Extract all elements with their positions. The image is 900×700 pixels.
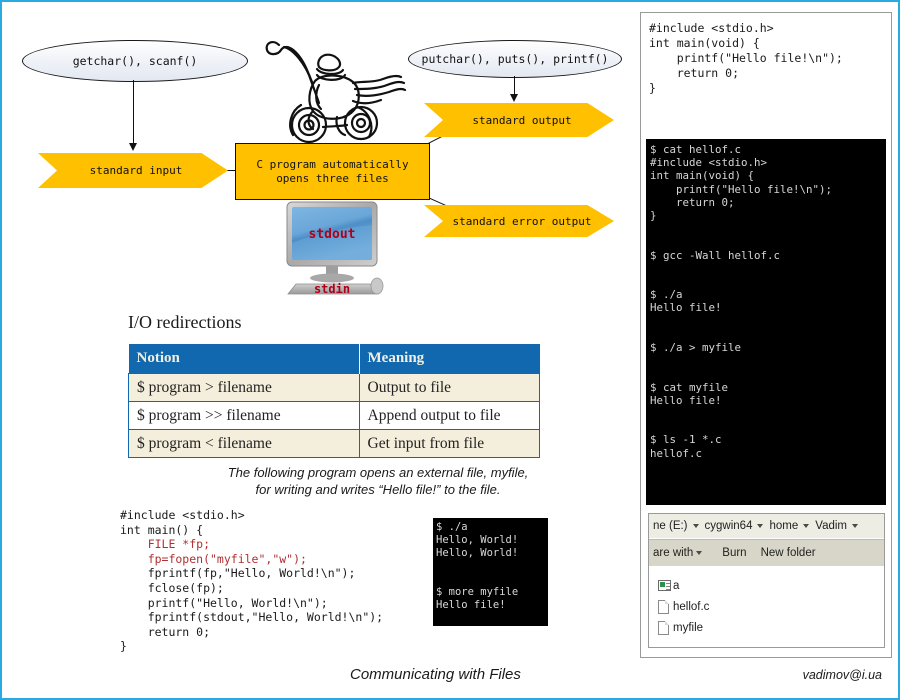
code-line: } xyxy=(120,639,127,654)
list-item[interactable]: myfile xyxy=(658,617,884,638)
arrow-standard-error-label: standard error output xyxy=(452,214,592,228)
code-line: fp=fopen("myfile","w"); xyxy=(120,551,307,566)
right-panel-terminal: $ cat hellof.c #include <stdio.h> int ma… xyxy=(646,139,886,505)
toolbar-burn-button[interactable]: Burn xyxy=(722,547,746,559)
chevron-down-icon[interactable] xyxy=(696,550,703,555)
table-cell-notion: $ program >> filename xyxy=(128,401,360,430)
io-redirections-title: I/O redirections xyxy=(128,312,242,332)
mascot-illustration-icon xyxy=(265,41,407,144)
right-panel: #include <stdio.h> int main(void) { prin… xyxy=(640,12,892,658)
connector-line-output xyxy=(514,76,516,96)
file-explorer-window[interactable]: ne (E:) cygwin64 home Vadim are with Bur… xyxy=(648,513,885,648)
explorer-toolbar[interactable]: are with Burn New folder xyxy=(649,539,884,566)
example-caption: The following program opens an external … xyxy=(188,464,568,498)
explorer-file-list: a hellof.c myfile xyxy=(649,566,884,638)
example-terminal-output: $ ./a Hello, World! Hello, World! $ more… xyxy=(433,518,548,626)
example-source-code: #include <stdio.h> int main() { FILE *fp… xyxy=(120,508,383,654)
monitor-illustration-icon: stdout stdin xyxy=(286,201,384,296)
right-panel-source-code: #include <stdio.h> int main(void) { prin… xyxy=(649,21,843,95)
arrow-standard-input-label: standard input xyxy=(89,164,183,177)
breadcrumb-item-cygwin64[interactable]: cygwin64 xyxy=(705,520,753,532)
chevron-down-icon[interactable] xyxy=(852,524,858,528)
table-cell-meaning: Append output to file xyxy=(358,401,540,430)
arrowhead-input xyxy=(128,143,137,151)
list-item[interactable]: a xyxy=(658,575,884,596)
center-box-c-program: C program automatically opens three file… xyxy=(235,143,430,200)
center-box-line2: opens three files xyxy=(276,171,389,185)
arrowhead-output xyxy=(509,94,518,102)
io-redirections-table: Notion Meaning $ program > filename Outp… xyxy=(128,344,540,458)
toolbar-share-with-label: are with xyxy=(653,547,694,559)
code-line: return 0; xyxy=(120,624,211,639)
arrow-standard-output-label: standard output xyxy=(472,113,572,127)
table-row: $ program >> filename Append output to f… xyxy=(128,401,540,430)
table-row: $ program < filename Get input from file xyxy=(128,429,540,458)
ellipse-input-label: getchar(), scanf() xyxy=(72,54,198,68)
executable-icon xyxy=(658,580,671,591)
file-name: a xyxy=(673,579,680,592)
code-line: fprintf(fp,"Hello, World!\n"); xyxy=(120,566,356,581)
monitor-stdout-label: stdout xyxy=(309,227,356,242)
chevron-down-icon[interactable] xyxy=(803,524,810,528)
ellipse-output-label: putchar(), puts(), printf() xyxy=(421,52,609,66)
table-cell-meaning: Get input from file xyxy=(358,429,540,458)
table-header-notion: Notion xyxy=(128,344,360,374)
toolbar-share-with-button[interactable]: are with xyxy=(653,547,708,559)
code-line: fprintf(stdout,"Hello, World!\n"); xyxy=(120,610,384,625)
table-cell-notion: $ program > filename xyxy=(128,373,360,402)
table-cell-notion: $ program < filename xyxy=(128,429,360,458)
breadcrumb-item-drive[interactable]: ne (E:) xyxy=(653,520,688,532)
example-caption-line1: The following program opens an external … xyxy=(227,465,529,480)
document-icon xyxy=(658,620,669,635)
footer-title: Communicating with Files xyxy=(350,666,521,683)
footer-email: vadimov@i.ua xyxy=(802,668,882,682)
list-item[interactable]: hellof.c xyxy=(658,596,884,617)
arrow-standard-error-output: standard error output xyxy=(424,205,614,237)
code-line: #include <stdio.h> xyxy=(120,508,245,522)
chevron-down-icon[interactable] xyxy=(692,524,699,528)
arrow-standard-output: standard output xyxy=(424,103,614,137)
code-line: int main() { xyxy=(120,522,204,537)
code-line: fclose(fp); xyxy=(120,580,224,595)
document-icon xyxy=(658,599,669,614)
monitor-stdin-label: stdin xyxy=(314,282,350,296)
table-header-row: Notion Meaning xyxy=(128,344,540,374)
table-cell-meaning: Output to file xyxy=(358,373,540,402)
code-line: FILE *fp; xyxy=(120,537,211,552)
arrow-standard-input: standard input xyxy=(38,153,228,188)
table-header-meaning: Meaning xyxy=(359,344,540,374)
explorer-breadcrumb[interactable]: ne (E:) cygwin64 home Vadim xyxy=(649,514,884,539)
breadcrumb-item-home[interactable]: home xyxy=(769,520,798,532)
code-line: printf("Hello, World!\n"); xyxy=(120,595,328,610)
slide-canvas: getchar(), scanf() putchar(), puts(), pr… xyxy=(0,0,900,700)
chevron-down-icon[interactable] xyxy=(757,524,764,528)
example-caption-line2: for writing and writes “Hello file!” to … xyxy=(255,482,501,497)
toolbar-new-folder-button[interactable]: New folder xyxy=(761,547,816,559)
file-name: hellof.c xyxy=(673,600,710,613)
breadcrumb-item-vadim[interactable]: Vadim xyxy=(815,520,847,532)
diagram-area: getchar(), scanf() putchar(), puts(), pr… xyxy=(2,2,636,698)
ellipse-output-functions: putchar(), puts(), printf() xyxy=(408,40,622,78)
center-box-line1: C program automatically xyxy=(256,157,409,171)
ellipse-input-functions: getchar(), scanf() xyxy=(22,40,248,82)
connector-line-input xyxy=(133,80,135,144)
file-name: myfile xyxy=(673,621,704,634)
table-row: $ program > filename Output to file xyxy=(128,373,540,402)
